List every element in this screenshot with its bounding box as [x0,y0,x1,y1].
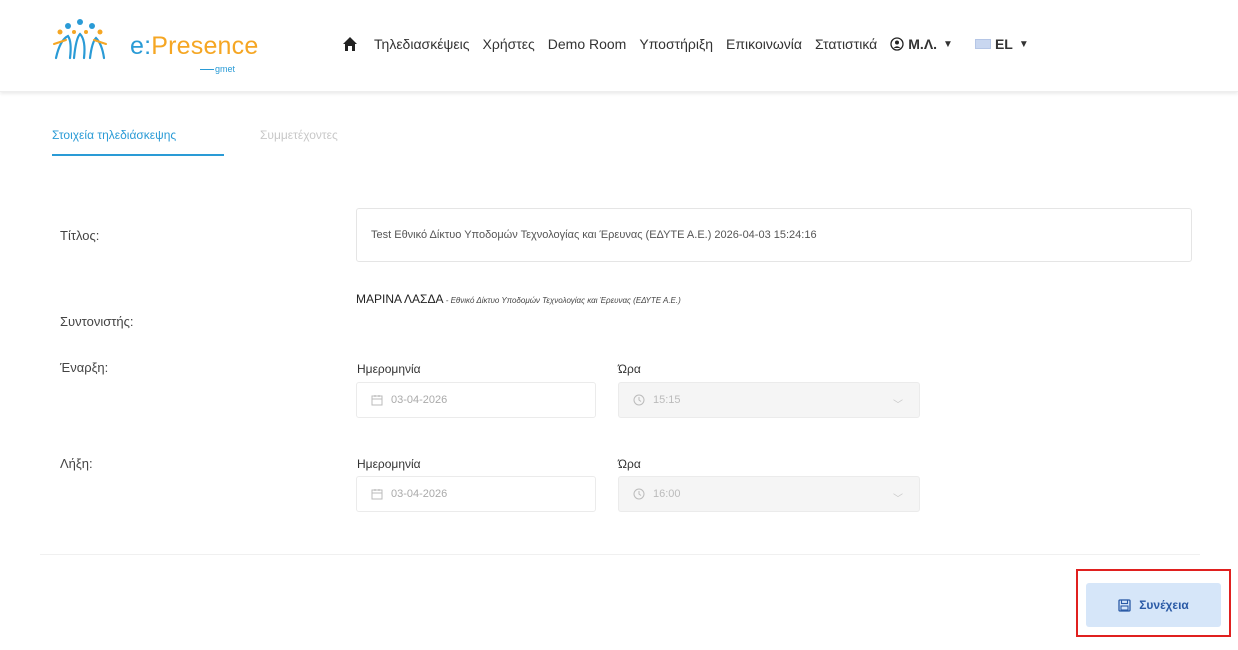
nav-item-statistics[interactable]: Στατιστικά [815,36,877,52]
user-menu[interactable]: M.Λ. ▼ [890,36,953,52]
calendar-icon [371,395,383,406]
clock-icon [633,394,645,406]
end-date-input[interactable]: 03-04-2026 [356,476,596,512]
end-date-label: Ημερομηνία [357,457,421,471]
continue-button[interactable]: Συνέχεια [1086,583,1221,627]
conference-form: Τίτλος: Test Εθνικό Δίκτυο Υποδομών Τεχν… [40,180,1200,555]
home-icon[interactable] [342,36,358,52]
nav-item-contact[interactable]: Επικοινωνία [726,36,802,52]
start-date-value: 03-04-2026 [391,394,448,406]
moderator-name: ΜΑΡΙΝΑ ΛΑΣΔΑ [356,292,444,306]
logo-sub: gmet [215,64,236,74]
chevron-down-icon: ﹀ [893,494,903,505]
epresence-logo[interactable]: e:Presence gmet [50,18,290,78]
tab-conference-details[interactable]: Στοιχεία τηλεδιάσκεψης [52,128,224,156]
start-date-label: Ημερομηνία [357,362,421,376]
end-time-value: 16:00 [653,488,681,500]
logo-name: Presence [151,32,259,60]
start-time-select[interactable]: 15:15 ﹀ [618,382,920,418]
nav-item-demo-room[interactable]: Demo Room [548,36,627,52]
language-menu[interactable]: EL ▼ [974,36,1029,52]
logo-prefix: e: [130,32,152,60]
flag-icon [974,39,991,49]
top-header: e:Presence gmet Τηλεδιασκέψεις Χρήστες D… [0,0,1238,92]
nav-item-users[interactable]: Χρήστες [483,36,535,52]
start-label: Έναρξη: [60,360,109,375]
moderator-label: Συντονιστής: [60,314,134,329]
continue-label: Συνέχεια [1139,598,1189,612]
start-date-input[interactable]: 03-04-2026 [356,382,596,418]
chevron-down-icon: ﹀ [893,400,903,411]
moderator-org: - Εθνικό Δίκτυο Υποδομών Τεχνολογίας και… [443,296,681,305]
end-time-select[interactable]: 16:00 ﹀ [618,476,920,512]
title-label: Τίτλος: [60,228,100,243]
save-icon [1118,598,1131,612]
tab-bar: Στοιχεία τηλεδιάσκεψης Συμμετέχοντες [52,128,338,156]
nav-item-teleconferences[interactable]: Τηλεδιασκέψεις [374,36,470,52]
title-field[interactable]: Test Εθνικό Δίκτυο Υποδομών Τεχνολογίας … [356,208,1192,262]
calendar-icon [371,489,383,500]
start-time-value: 15:15 [653,394,681,406]
caret-down-icon: ▼ [943,38,953,50]
people-logo-icon [53,19,107,60]
end-time-label: Ώρα [618,457,641,471]
clock-icon [633,488,645,500]
user-initials: M.Λ. [908,36,938,52]
start-time-label: Ώρα [618,362,641,376]
tab-participants[interactable]: Συμμετέχοντες [260,128,338,156]
caret-down-icon: ▼ [1018,38,1029,50]
end-label: Λήξη: [60,456,93,471]
end-date-value: 03-04-2026 [391,488,448,500]
moderator-value: ΜΑΡΙΝΑ ΛΑΣΔΑ - Εθνικό Δίκτυο Υποδομών Τε… [356,292,681,306]
nav-item-support[interactable]: Υποστήριξη [639,36,713,52]
main-nav: Τηλεδιασκέψεις Χρήστες Demo Room Υποστήρ… [342,36,1029,52]
user-circle-icon [890,37,904,51]
language-label: EL [994,36,1013,52]
